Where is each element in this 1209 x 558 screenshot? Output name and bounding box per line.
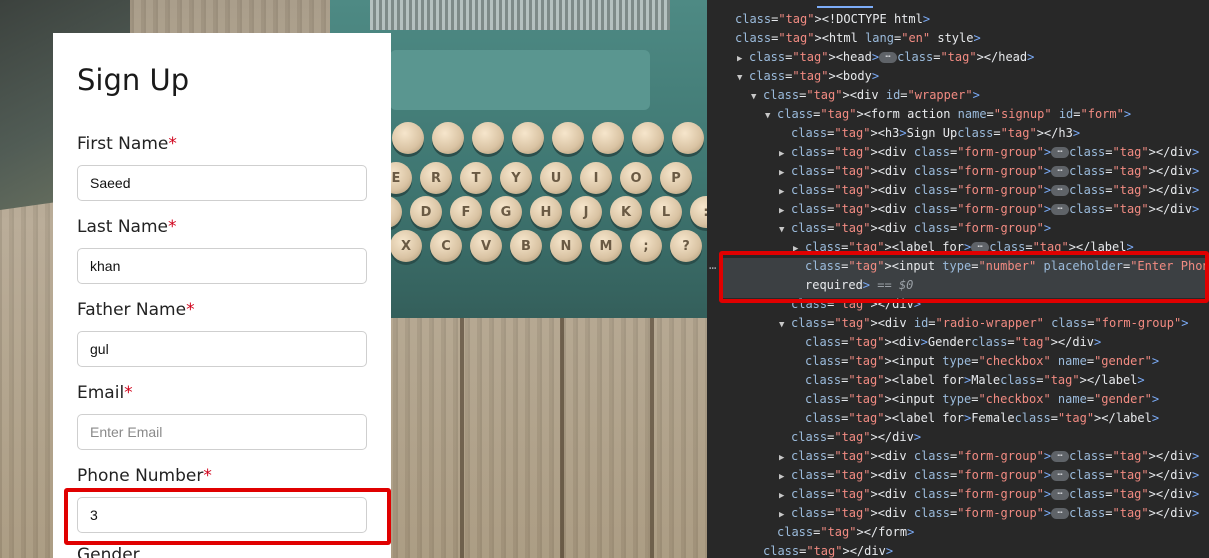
- dom-node-line[interactable]: class="tag"><!DOCTYPE html>: [723, 10, 930, 29]
- dom-node-line[interactable]: ▶ class="tag"><div class="form-group"> ⋯ cl…: [779, 466, 1199, 487]
- page-preview: ERTYUIOP SDFGHJKL: XCVBNM;? Sign Up Firs…: [0, 0, 707, 558]
- dom-node-line[interactable]: ▶ class="tag"><div class="form-group"> ⋯ cl…: [779, 162, 1199, 183]
- dom-node-line[interactable]: ▶ class="tag"><div class="form-group"> ⋯ cl…: [779, 504, 1199, 525]
- signup-form-card: Sign Up First Name* Last Name* Father Na…: [53, 33, 391, 558]
- typewriter-key: T: [460, 162, 492, 194]
- typewriter-key: [472, 122, 504, 154]
- dom-node-line[interactable]: class="tag"></form>: [765, 523, 914, 542]
- typewriter-key: J: [570, 196, 602, 228]
- dom-node-line[interactable]: ▶ class="tag"><head> ⋯ class="tag"></head>: [737, 48, 1034, 69]
- dom-node-line[interactable]: ▼ class="tag"><div id="wrapper">: [751, 86, 980, 107]
- key-row-2: ERTYUIOP: [380, 162, 692, 194]
- devtools-elements-panel: ⋯ class="tag"><!DOCTYPE html> class="tag"…: [707, 0, 1209, 558]
- required-asterisk: *: [167, 217, 177, 237]
- typewriter-key: :: [690, 196, 707, 228]
- dom-node-line[interactable]: ▼ class="tag"><div class="form-group">: [779, 219, 1051, 240]
- typewriter-key: [392, 122, 424, 154]
- dom-node-line[interactable]: ▶ class="tag"><div class="form-group"> ⋯ cl…: [779, 447, 1199, 468]
- typewriter-key: Y: [500, 162, 532, 194]
- typewriter-key: C: [430, 230, 462, 262]
- dom-node-line[interactable]: class="tag"><label for>Maleclass="tag"><…: [793, 371, 1145, 390]
- typewriter-key: G: [490, 196, 522, 228]
- typewriter-key: [672, 122, 704, 154]
- typewriter-roller: [370, 0, 670, 30]
- dom-node-line[interactable]: class="tag"><input type="checkbox" name=…: [793, 352, 1159, 371]
- first-name-label: First Name*: [77, 134, 177, 154]
- required-asterisk: *: [168, 134, 177, 154]
- collapse-triangle-icon: ▼: [765, 111, 771, 121]
- last-name-label: Last Name*: [77, 217, 177, 237]
- dom-node-line[interactable]: ▶ class="tag"><div class="form-group"> ⋯ cl…: [779, 200, 1199, 221]
- dom-node-line[interactable]: class="tag"></div>: [779, 295, 921, 314]
- collapse-triangle-icon: ▼: [779, 320, 785, 330]
- typewriter-key: P: [660, 162, 692, 194]
- dom-node-line[interactable]: class="tag"><label for>Femaleclass="tag"…: [793, 409, 1159, 428]
- typewriter-key: [592, 122, 624, 154]
- key-row-1: [392, 122, 704, 154]
- dom-node-line[interactable]: class="tag"><html lang="en" style>: [723, 29, 981, 48]
- dom-node-line[interactable]: class="tag"><h3>Sign Upclass="tag"></h3>: [779, 124, 1080, 143]
- typewriter-key: X: [390, 230, 422, 262]
- email-input[interactable]: [77, 414, 367, 450]
- collapse-triangle-icon: ▼: [751, 92, 757, 102]
- collapse-triangle-icon: ▼: [779, 225, 785, 235]
- form-title: Sign Up: [77, 63, 190, 97]
- typewriter-key: N: [550, 230, 582, 262]
- typewriter-key: [432, 122, 464, 154]
- dom-node-line[interactable]: class="tag"></div>: [779, 428, 921, 447]
- father-name-label: Father Name*: [77, 300, 195, 320]
- dom-node-line[interactable]: ▼ class="tag"><div id="radio-wrapper" cla…: [779, 314, 1188, 335]
- typewriter-key: H: [530, 196, 562, 228]
- dom-node-line[interactable]: class="tag"><input type="number" placeho…: [793, 257, 1209, 276]
- typewriter-key: K: [610, 196, 642, 228]
- key-row-3: SDFGHJKL:: [370, 196, 707, 228]
- typewriter-key: L: [650, 196, 682, 228]
- typewriter-key: F: [450, 196, 482, 228]
- typewriter-key: V: [470, 230, 502, 262]
- required-asterisk: *: [186, 300, 195, 320]
- typewriter-key: [552, 122, 584, 154]
- typewriter-key: D: [410, 196, 442, 228]
- typewriter-key: U: [540, 162, 572, 194]
- active-tab-indicator: [817, 6, 873, 8]
- dom-node-line[interactable]: ▼ class="tag"><form action name="signup" …: [765, 105, 1131, 126]
- required-asterisk: *: [124, 383, 133, 403]
- typewriter-key: ;: [630, 230, 662, 262]
- dom-node-line[interactable]: ▶ class="tag"><label for> ⋯ class="tag"></l…: [793, 238, 1134, 259]
- typewriter-key: [632, 122, 664, 154]
- dom-node-line[interactable]: ▼ class="tag"><body>: [737, 67, 879, 88]
- node-actions-icon[interactable]: ⋯: [709, 259, 716, 278]
- typewriter-key: [512, 122, 544, 154]
- dom-node-line[interactable]: ▶ class="tag"><div class="form-group"> ⋯ cl…: [779, 485, 1199, 506]
- dom-node-line[interactable]: class="tag"><input type="checkbox" name=…: [793, 390, 1159, 409]
- typewriter-key: R: [420, 162, 452, 194]
- key-row-4: X C V B N M;?: [390, 230, 702, 262]
- dom-node-line[interactable]: ▶ class="tag"><div class="form-group"> ⋯ cl…: [779, 181, 1199, 202]
- dom-node-line[interactable]: required> == $0: [793, 276, 913, 295]
- typewriter-plate: [390, 50, 650, 110]
- dom-node-line[interactable]: class="tag"><div>Genderclass="tag"></div…: [793, 333, 1101, 352]
- typewriter-key: B: [510, 230, 542, 262]
- dom-node-line[interactable]: class="tag"></div>: [751, 542, 893, 558]
- required-asterisk: *: [203, 466, 212, 486]
- last-name-input[interactable]: [77, 248, 367, 284]
- phone-number-label: Phone Number*: [77, 466, 212, 486]
- collapse-triangle-icon: ▼: [737, 73, 743, 83]
- typewriter-key: M: [590, 230, 622, 262]
- typewriter-key: O: [620, 162, 652, 194]
- typewriter-key: I: [580, 162, 612, 194]
- dom-node-line[interactable]: ▶ class="tag"><div class="form-group"> ⋯ cl…: [779, 143, 1199, 164]
- typewriter-key: ?: [670, 230, 702, 262]
- email-label: Email*: [77, 383, 133, 403]
- phone-number-input[interactable]: [77, 497, 367, 533]
- first-name-input[interactable]: [77, 165, 367, 201]
- gender-label: Gender: [77, 545, 140, 558]
- father-name-input[interactable]: [77, 331, 367, 367]
